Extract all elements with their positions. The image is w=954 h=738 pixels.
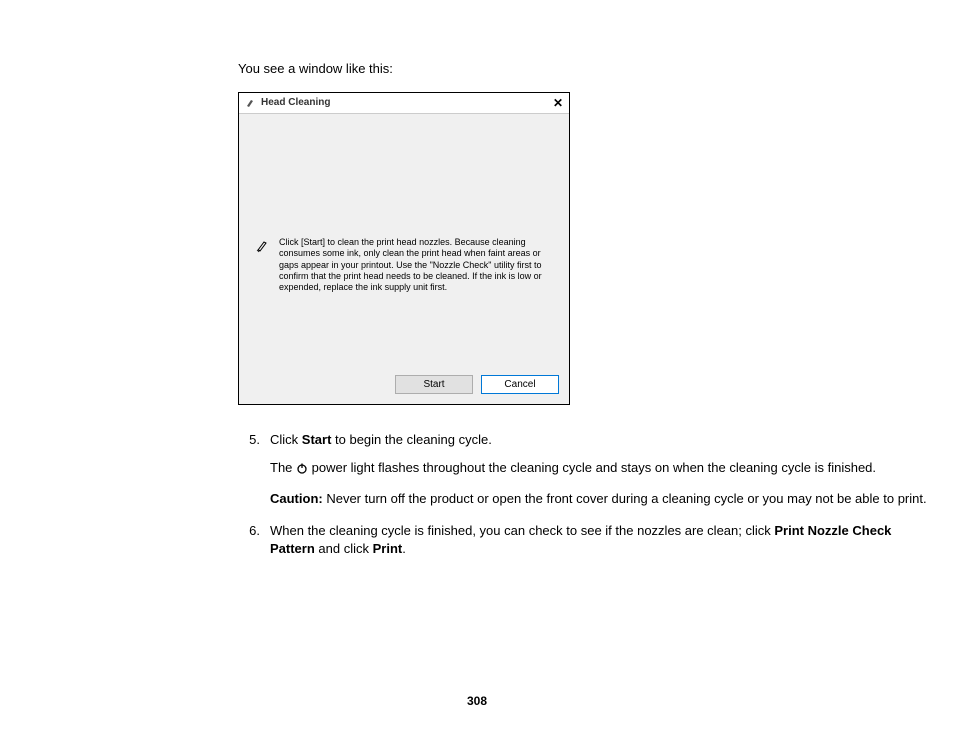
cancel-button[interactable]: Cancel	[481, 375, 559, 394]
head-cleaning-dialog: Head Cleaning ✕ Click [Start] to clean t…	[238, 92, 570, 405]
app-icon	[245, 98, 255, 108]
dialog-body: Click [Start] to clean the print head no…	[239, 113, 569, 404]
page-number: 308	[0, 693, 954, 710]
step-6: 6. When the cleaning cycle is finished, …	[238, 522, 928, 558]
step5-line1: Click Start to begin the cleaning cycle.	[270, 431, 928, 449]
clean-tool-icon	[255, 237, 269, 253]
step-number: 6.	[238, 522, 270, 558]
intro-text: You see a window like this:	[238, 60, 928, 78]
close-icon[interactable]: ✕	[553, 97, 563, 109]
step6-text: When the cleaning cycle is finished, you…	[270, 522, 928, 558]
power-icon	[296, 461, 308, 479]
step-number: 5.	[238, 431, 270, 508]
step5-line2: The power light flashes throughout the c…	[270, 459, 928, 479]
step5-caution: Caution: Never turn off the product or o…	[270, 490, 928, 508]
dialog-title: Head Cleaning	[261, 96, 330, 110]
dialog-body-text: Click [Start] to clean the print head no…	[279, 237, 553, 293]
step-5: 5. Click Start to begin the cleaning cyc…	[238, 431, 928, 508]
dialog-titlebar: Head Cleaning ✕	[239, 93, 569, 113]
start-button[interactable]: Start	[395, 375, 473, 394]
